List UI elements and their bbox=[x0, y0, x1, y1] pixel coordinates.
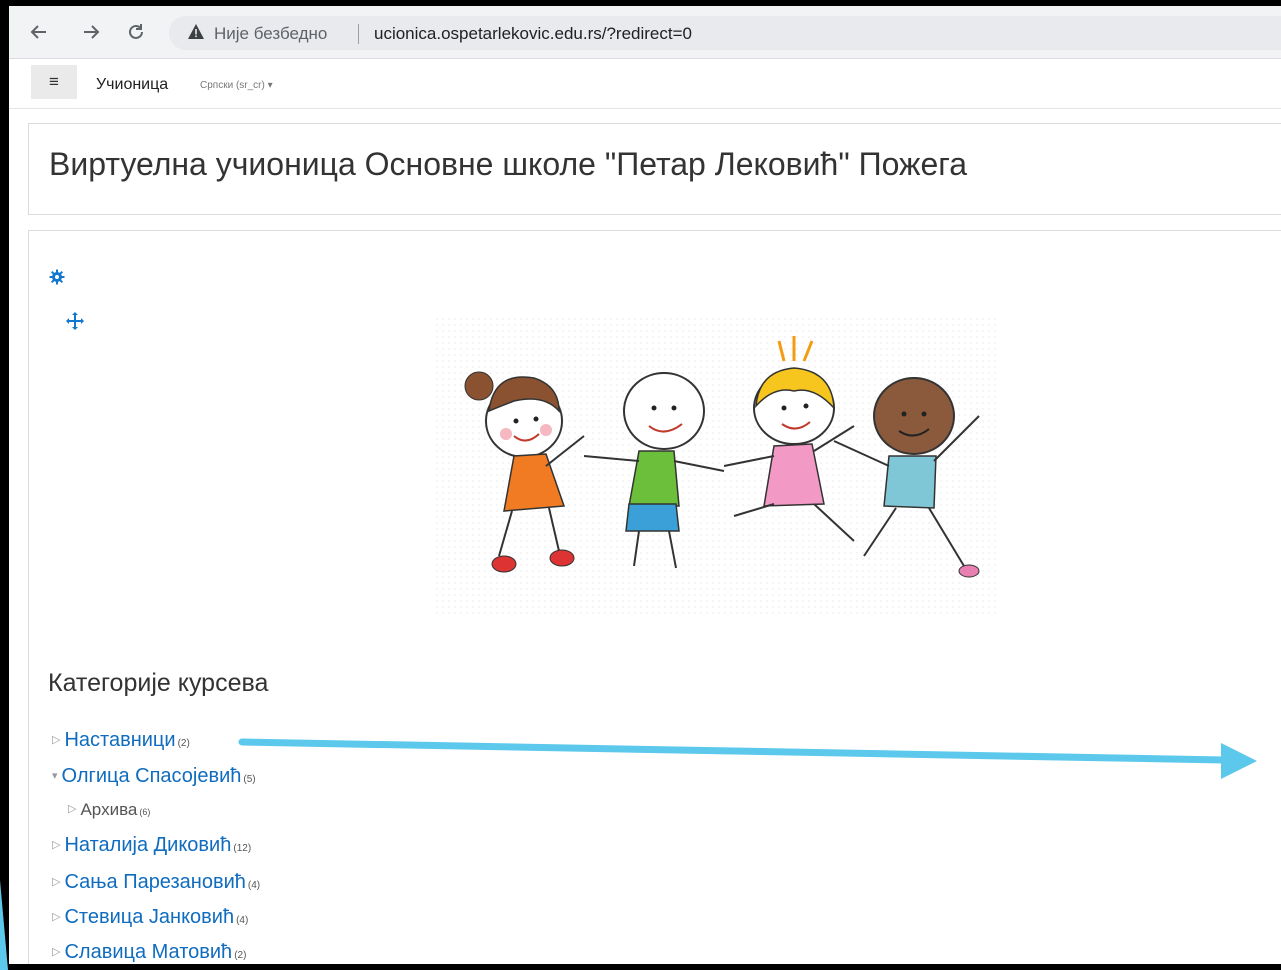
triangle-right-icon: ▷ bbox=[52, 911, 61, 923]
category-item-sanja[interactable]: ▷ Сања Парезановић (4) bbox=[52, 871, 260, 894]
category-item-natalija[interactable]: ▷ Наталија Диковић (12) bbox=[52, 834, 251, 857]
hamburger-icon: ≡ bbox=[49, 72, 59, 91]
gear-icon[interactable] bbox=[49, 269, 65, 285]
triangle-right-icon: ▷ bbox=[52, 839, 61, 851]
url-text[interactable]: ucionica.ospetarlekovic.edu.rs/?redirect… bbox=[374, 24, 692, 44]
category-count: (5) bbox=[243, 774, 256, 785]
triangle-right-icon: ▷ bbox=[68, 803, 77, 815]
reload-icon bbox=[129, 24, 143, 39]
security-status[interactable]: Није безбедно bbox=[214, 24, 327, 44]
category-count: (2) bbox=[177, 738, 190, 749]
arrow-left-icon bbox=[30, 25, 46, 39]
page-header: Виртуелна учионица Основне школе "Петар … bbox=[28, 123, 1281, 215]
arrow-right-icon bbox=[84, 25, 100, 39]
category-label: Олгица Спасојевић bbox=[61, 765, 242, 787]
reload-button[interactable] bbox=[124, 20, 148, 44]
triangle-down-icon: ▾ bbox=[52, 770, 58, 782]
triangle-right-icon: ▷ bbox=[52, 876, 61, 888]
site-name-link[interactable]: Учионица bbox=[96, 76, 168, 94]
triangle-right-icon: ▷ bbox=[52, 734, 61, 746]
side-decoration bbox=[0, 880, 8, 970]
course-categories-heading: Категорије курсева bbox=[48, 669, 269, 697]
category-item-olgica[interactable]: ▾ Олгица Спасојевић (5) bbox=[52, 765, 256, 788]
page-title: Виртуелна учионица Основне школе "Петар … bbox=[49, 146, 967, 182]
language-selector[interactable]: Српски (sr_cr) ▾ bbox=[200, 80, 273, 91]
category-count: (4) bbox=[247, 880, 261, 891]
menu-toggle-button[interactable]: ≡ bbox=[31, 65, 77, 99]
forward-button[interactable] bbox=[79, 20, 103, 44]
browser-toolbar: Није безбедно ucionica.ospetarlekovic.ed… bbox=[9, 6, 1281, 59]
category-item-slavica[interactable]: ▷ Славица Матовић (2) bbox=[52, 941, 246, 964]
category-count: (2) bbox=[234, 950, 247, 961]
category-label: Стевица Јанковић bbox=[64, 906, 235, 928]
category-count: (6) bbox=[139, 807, 151, 817]
category-count: (4) bbox=[236, 915, 249, 926]
category-label: Славица Матовић bbox=[64, 941, 233, 963]
browser-window: Није безбедно ucionica.ospetarlekovic.ed… bbox=[9, 6, 1281, 964]
category-label: Сања Парезановић bbox=[64, 871, 246, 893]
back-button[interactable] bbox=[27, 20, 51, 44]
category-label: Наставници bbox=[64, 729, 176, 751]
caret-down-icon: ▾ bbox=[267, 80, 273, 91]
address-divider bbox=[358, 24, 359, 44]
category-label: Наталија Диковић bbox=[64, 834, 232, 856]
site-navbar: ≡ Учионица Српски (sr_cr) ▾ bbox=[9, 59, 1281, 109]
category-item-stevica[interactable]: ▷ Стевица Јанковић (4) bbox=[52, 906, 248, 929]
address-bar[interactable]: Није безбедно ucionica.ospetarlekovic.ed… bbox=[169, 16, 1281, 50]
category-count: (12) bbox=[233, 843, 252, 854]
move-icon[interactable] bbox=[65, 311, 85, 331]
main-content: Категорије курсева ▷ Наставници (2) ▾ Олгиц… bbox=[28, 230, 1281, 964]
language-label: Српски (sr_cr) bbox=[200, 80, 265, 91]
category-item-arhiva[interactable]: ▷ Архива (6) bbox=[68, 800, 150, 820]
warning-icon bbox=[188, 24, 204, 39]
triangle-right-icon: ▷ bbox=[52, 946, 61, 958]
category-label: Архива bbox=[80, 800, 138, 819]
category-item-nastavnici[interactable]: ▷ Наставници (2) bbox=[52, 729, 190, 752]
children-illustration bbox=[434, 316, 1000, 616]
